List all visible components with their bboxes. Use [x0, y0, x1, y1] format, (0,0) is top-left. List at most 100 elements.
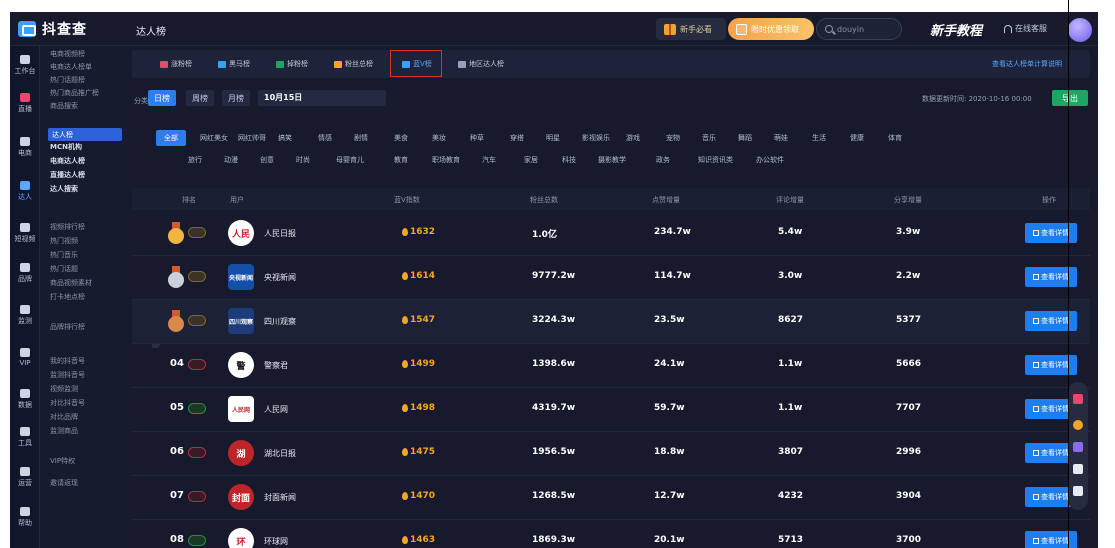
category-item[interactable]: 科技	[562, 155, 576, 165]
account-name[interactable]: 环球网	[264, 536, 288, 547]
category-item[interactable]: 创意	[260, 155, 274, 165]
category-item[interactable]: 体育	[888, 133, 902, 143]
sub-nav-item[interactable]: 热门话题	[50, 264, 78, 274]
account-avatar[interactable]: 人民	[228, 220, 254, 246]
nav-item-7[interactable]: VIP	[10, 342, 40, 372]
nav-item-9[interactable]: 工具	[10, 422, 40, 452]
account-name[interactable]: 湖北日报	[264, 448, 296, 459]
tab-4[interactable]: 蓝V榜	[402, 57, 432, 71]
category-item[interactable]: 家居	[524, 155, 538, 165]
period-button[interactable]: 周榜	[186, 90, 214, 106]
account-avatar[interactable]: 湖	[228, 440, 254, 466]
category-item[interactable]: 母婴育儿	[336, 155, 364, 165]
sub-nav-item[interactable]: 热门商品推广榜	[50, 88, 99, 98]
sub-nav-item[interactable]: 商品视频素材	[50, 278, 92, 288]
sub-nav-item[interactable]: 监测商品	[50, 426, 78, 436]
sub-nav-item[interactable]: 打卡地点榜	[50, 292, 85, 302]
account-name[interactable]: 人民日报	[264, 228, 296, 239]
column-header[interactable]: 蓝V指数	[394, 195, 420, 205]
category-item[interactable]: 办公软件	[756, 155, 784, 165]
period-button[interactable]: 月榜	[222, 90, 250, 106]
sub-nav-item[interactable]: 热门视频	[50, 236, 78, 246]
category-item[interactable]: 旅行	[188, 155, 202, 165]
period-button[interactable]: 日榜	[148, 90, 176, 106]
tutorial-link[interactable]: 新手教程	[930, 20, 982, 39]
tab-0[interactable]: 涨粉榜	[160, 57, 192, 71]
beginner-button[interactable]: 新手必看	[656, 18, 726, 40]
category-item[interactable]: 种草	[470, 133, 484, 143]
category-item[interactable]: 网红美女	[200, 133, 228, 143]
account-avatar[interactable]: 人民网	[228, 396, 254, 422]
tab-3[interactable]: 粉丝总榜	[334, 57, 373, 71]
sub-nav-item[interactable]: 电商达人榜	[50, 156, 85, 166]
account-name[interactable]: 警察君	[264, 360, 288, 371]
tab-1[interactable]: 黑马榜	[218, 57, 250, 71]
sub-nav-item[interactable]: 视频监测	[50, 384, 78, 394]
account-avatar[interactable]: 央视新闻	[228, 264, 254, 290]
promo-button[interactable]: 限时优惠领取	[728, 18, 814, 40]
nav-item-8[interactable]: 数据	[10, 384, 40, 414]
nav-item-0[interactable]: 工作台	[10, 50, 40, 80]
nav-item-2[interactable]: 电商	[10, 132, 40, 162]
nav-item-3[interactable]: 达人	[10, 176, 40, 206]
sub-nav-item[interactable]: 我的抖音号	[50, 356, 85, 366]
brand-logo[interactable]: 抖查查	[18, 20, 87, 38]
category-item[interactable]: 舞蹈	[738, 133, 752, 143]
category-item[interactable]: 萌娃	[774, 133, 788, 143]
search-input[interactable]: douyin	[816, 18, 902, 40]
category-item[interactable]: 知识资讯类	[698, 155, 733, 165]
account-name[interactable]: 四川观察	[264, 316, 296, 327]
account-name[interactable]: 封面新闻	[264, 492, 296, 503]
nav-item-5[interactable]: 品牌	[10, 258, 40, 288]
category-item[interactable]: 网红帅哥	[238, 133, 266, 143]
sub-nav-item[interactable]: 对比品牌	[50, 412, 78, 422]
sub-nav-item[interactable]: VIP特权	[50, 456, 75, 466]
category-item[interactable]: 穿搭	[510, 133, 524, 143]
nav-item-11[interactable]: 帮助	[10, 502, 40, 532]
category-item[interactable]: 剧情	[354, 133, 368, 143]
customer-service-link[interactable]: 在线客服	[1004, 23, 1047, 34]
nav-item-6[interactable]: 监测	[10, 300, 40, 330]
category-item[interactable]: 政务	[656, 155, 670, 165]
account-avatar[interactable]: 环	[228, 528, 254, 548]
play-icon[interactable]	[1073, 486, 1083, 496]
account-name[interactable]: 人民网	[264, 404, 288, 415]
category-item[interactable]: 影视娱乐	[582, 133, 610, 143]
view-details-button[interactable]: 查看详情	[1025, 223, 1077, 243]
category-item[interactable]: 宠物	[666, 133, 680, 143]
nav-item-10[interactable]: 运营	[10, 462, 40, 492]
sub-nav-item[interactable]: 电商达人榜单	[50, 62, 92, 72]
sub-nav-item[interactable]: 商品搜索	[50, 101, 78, 111]
account-avatar[interactable]: 封面	[228, 484, 254, 510]
nav-item-1[interactable]: 直播	[10, 88, 40, 118]
coin-icon[interactable]	[1073, 420, 1083, 430]
sub-nav-item[interactable]: MCN机构	[50, 142, 82, 152]
sub-nav-item[interactable]: 对比抖音号	[50, 398, 85, 408]
tab-5[interactable]: 地区达人榜	[458, 57, 504, 71]
tab-2[interactable]: 掉粉榜	[276, 57, 308, 71]
ranking-rules-link[interactable]: 查看达人榜单计算说明	[992, 59, 1062, 69]
export-button[interactable]: 导出	[1052, 90, 1088, 106]
sub-nav-item[interactable]: 电商视频榜	[50, 49, 85, 59]
sub-nav-item[interactable]: 直播达人榜	[50, 170, 85, 180]
sub-nav-item[interactable]: 达人榜	[48, 128, 122, 141]
view-details-button[interactable]: 查看详情	[1025, 267, 1077, 287]
sub-nav-item[interactable]: 监测抖音号	[50, 370, 85, 380]
crown-icon[interactable]	[1073, 442, 1083, 452]
sub-nav-item[interactable]: 达人搜索	[50, 184, 78, 194]
date-select[interactable]: 10月15日	[258, 90, 386, 106]
view-details-button[interactable]: 查看详情	[1025, 355, 1077, 375]
category-item[interactable]: 全部	[156, 130, 186, 146]
sub-nav-item[interactable]: 视频排行榜	[50, 222, 85, 232]
category-item[interactable]: 音乐	[702, 133, 716, 143]
category-item[interactable]: 游戏	[626, 133, 640, 143]
category-item[interactable]: 时尚	[296, 155, 310, 165]
view-details-button[interactable]: 查看详情	[1025, 311, 1077, 331]
lock-icon[interactable]	[1073, 464, 1083, 474]
sub-nav-item[interactable]: 热门音乐	[50, 250, 78, 260]
view-details-button[interactable]: 查看详情	[1025, 531, 1077, 548]
sub-nav-item[interactable]: 邀请返现	[50, 478, 78, 488]
category-item[interactable]: 教育	[394, 155, 408, 165]
account-name[interactable]: 央视新闻	[264, 272, 296, 283]
category-item[interactable]: 美食	[394, 133, 408, 143]
